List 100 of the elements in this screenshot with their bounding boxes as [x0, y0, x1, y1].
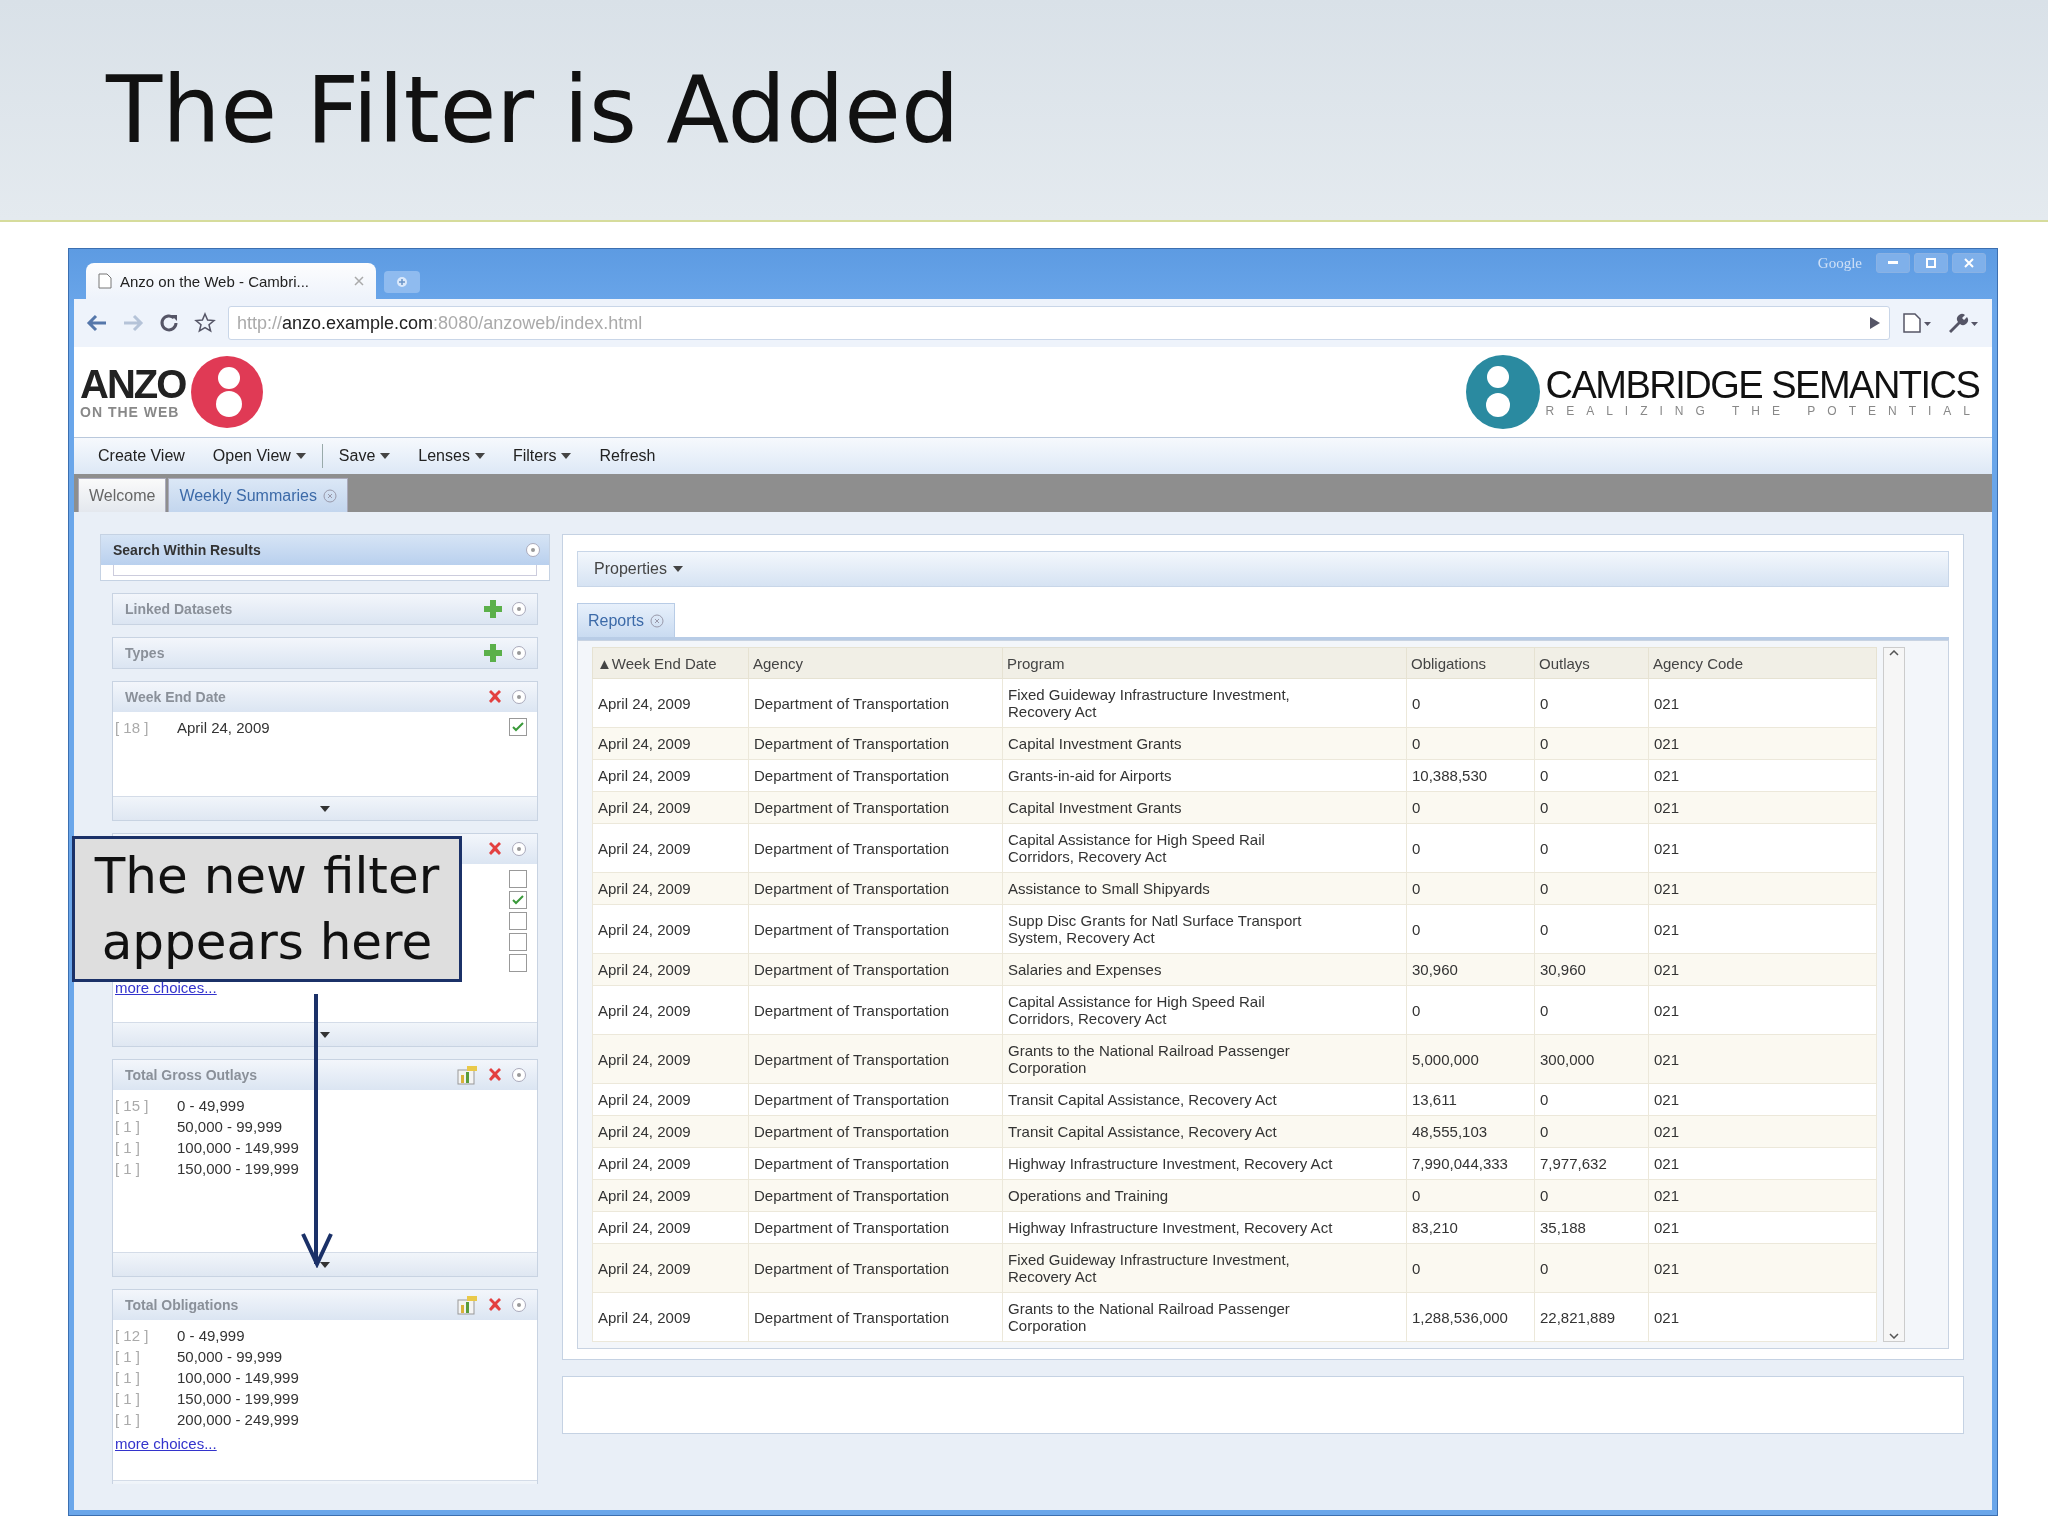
close-icon[interactable] [487, 689, 503, 705]
table-cell: Capital Assistance for High Speed Rail Corridors, Recovery Act [1002, 985, 1407, 1035]
checkbox[interactable] [509, 891, 527, 909]
browser-tab[interactable]: Anzo on the Web - Cambri... [86, 263, 376, 299]
maximize-icon [1926, 258, 1936, 268]
table-cell: Supp Disc Grants for Natl Surface Transport System, Recovery Act [1002, 904, 1407, 954]
plus-icon[interactable] [483, 599, 503, 619]
search-field[interactable] [113, 565, 537, 576]
table-cell: April 24, 2009 [592, 1115, 749, 1148]
checkbox[interactable] [509, 912, 527, 930]
facet-title: Week End Date [125, 689, 227, 705]
play-icon[interactable] [1869, 316, 1881, 330]
table-cell: 13,611 [1406, 1083, 1535, 1116]
table-cell: 021 [1648, 1211, 1877, 1244]
checkbox[interactable] [509, 870, 527, 888]
scroll-down-icon[interactable] [1889, 1333, 1899, 1339]
checkbox[interactable] [509, 718, 527, 736]
table-cell: 0 [1406, 1243, 1535, 1293]
close-icon[interactable] [487, 841, 503, 857]
more-choices-link[interactable]: more choices... [115, 1435, 531, 1452]
menu-item[interactable]: Lenses [406, 443, 497, 469]
caret-down-icon [380, 453, 391, 459]
collapse-icon[interactable] [525, 542, 541, 558]
menu-item[interactable]: Filters [500, 443, 584, 469]
table-cell: 0 [1534, 1083, 1649, 1116]
facet-value[interactable]: 0 - 49,999 [177, 1096, 531, 1114]
address-field[interactable]: http://anzo.example.com:8080/anzoweb/index.html [228, 306, 1890, 340]
expand-button[interactable] [113, 1252, 537, 1276]
close-button[interactable] [1952, 253, 1986, 273]
chart-icon[interactable] [457, 1065, 479, 1085]
menu-item[interactable]: Refresh [587, 443, 668, 469]
minimize-button[interactable] [1876, 253, 1910, 273]
maximize-button[interactable] [1914, 253, 1948, 273]
checkbox[interactable] [509, 933, 527, 951]
menu-item[interactable]: Save [326, 443, 403, 469]
column-header[interactable]: ▲Week End Date [592, 647, 749, 679]
checkbox[interactable] [509, 954, 527, 972]
more-choices-link[interactable]: more choices... [115, 979, 531, 996]
facet-title: Total Obligations [125, 1297, 240, 1313]
facet-value[interactable]: 150,000 - 199,999 [177, 1159, 531, 1177]
reports-tab[interactable]: Reports [577, 603, 676, 637]
facet-value[interactable]: 100,000 - 149,999 [177, 1138, 531, 1156]
facet-count: [ 1 ] [115, 1138, 141, 1156]
column-header[interactable]: Agency Code [1648, 647, 1877, 679]
expand-button[interactable] [113, 796, 537, 820]
close-icon[interactable] [354, 276, 364, 286]
facet-value[interactable]: 50,000 - 99,999 [177, 1347, 531, 1365]
table-cell: 5,000,000 [1406, 1034, 1535, 1084]
menu-item[interactable]: Open View [200, 443, 318, 469]
column-header[interactable]: Program [1002, 647, 1407, 679]
table-cell: Grants-in-aid for Airports [1002, 759, 1407, 792]
table-cell: 0 [1534, 678, 1649, 728]
plus-icon[interactable] [483, 643, 503, 663]
table-cell: April 24, 2009 [592, 1034, 749, 1084]
table-cell: 021 [1648, 985, 1877, 1035]
column-header[interactable]: Obligations [1406, 647, 1535, 679]
properties-menu[interactable]: Properties [588, 559, 689, 579]
caret-down-icon [320, 805, 330, 812]
table-cell: 48,555,103 [1406, 1115, 1535, 1148]
company-name: CAMBRIDGE SEMANTICS [1545, 366, 1981, 404]
collapse-icon[interactable] [511, 689, 527, 705]
close-icon[interactable] [487, 1067, 503, 1083]
menu-item[interactable]: Create View [86, 443, 197, 469]
collapse-icon[interactable] [511, 1297, 527, 1313]
table-cell: April 24, 2009 [592, 985, 749, 1035]
table-cell: April 24, 2009 [592, 1211, 749, 1244]
facet-value[interactable]: 150,000 - 199,999 [177, 1389, 531, 1407]
collapse-icon[interactable] [511, 1067, 527, 1083]
facet-value[interactable]: 200,000 - 249,999 [177, 1410, 531, 1428]
table-cell: Department of Transportation [748, 904, 1003, 954]
caret-down-icon [672, 566, 683, 572]
close-icon[interactable] [487, 1297, 503, 1313]
column-header[interactable]: Outlays [1534, 647, 1649, 679]
facet-value[interactable]: April 24, 2009 [177, 718, 509, 736]
collapse-icon[interactable] [511, 645, 527, 661]
scroll-up-icon[interactable] [1889, 650, 1899, 656]
table-cell: Capital Assistance for High Speed Rail Corridors, Recovery Act [1002, 823, 1407, 873]
expand-button[interactable] [113, 1022, 537, 1046]
table-cell: Department of Transportation [748, 1034, 1003, 1084]
table-cell: April 24, 2009 [592, 727, 749, 760]
table-cell: 22,821,889 [1534, 1292, 1649, 1342]
collapse-icon[interactable] [511, 841, 527, 857]
page-menu-icon[interactable] [1900, 310, 1934, 336]
facet-value[interactable]: 0 - 49,999 [177, 1326, 531, 1344]
collapse-icon[interactable] [511, 601, 527, 617]
close-icon[interactable] [650, 613, 665, 628]
table-cell: Highway Infrastructure Investment, Recovery Act [1002, 1147, 1407, 1180]
window-label: Google [1817, 254, 1862, 272]
close-icon[interactable] [322, 488, 337, 503]
table-cell: Department of Transportation [748, 759, 1003, 792]
app-tab[interactable]: Weekly Summaries [168, 478, 348, 512]
chart-icon[interactable] [457, 1295, 479, 1315]
table-cell: 30,960 [1534, 953, 1649, 986]
facet-value[interactable]: 100,000 - 149,999 [177, 1368, 531, 1386]
new-tab-button[interactable] [384, 271, 420, 293]
column-header[interactable]: Agency [748, 647, 1003, 679]
table-cell: 0 [1406, 727, 1535, 760]
app-tab[interactable]: Welcome [78, 478, 167, 512]
facet-value[interactable]: 50,000 - 99,999 [177, 1117, 531, 1135]
table-cell: 021 [1648, 953, 1877, 986]
